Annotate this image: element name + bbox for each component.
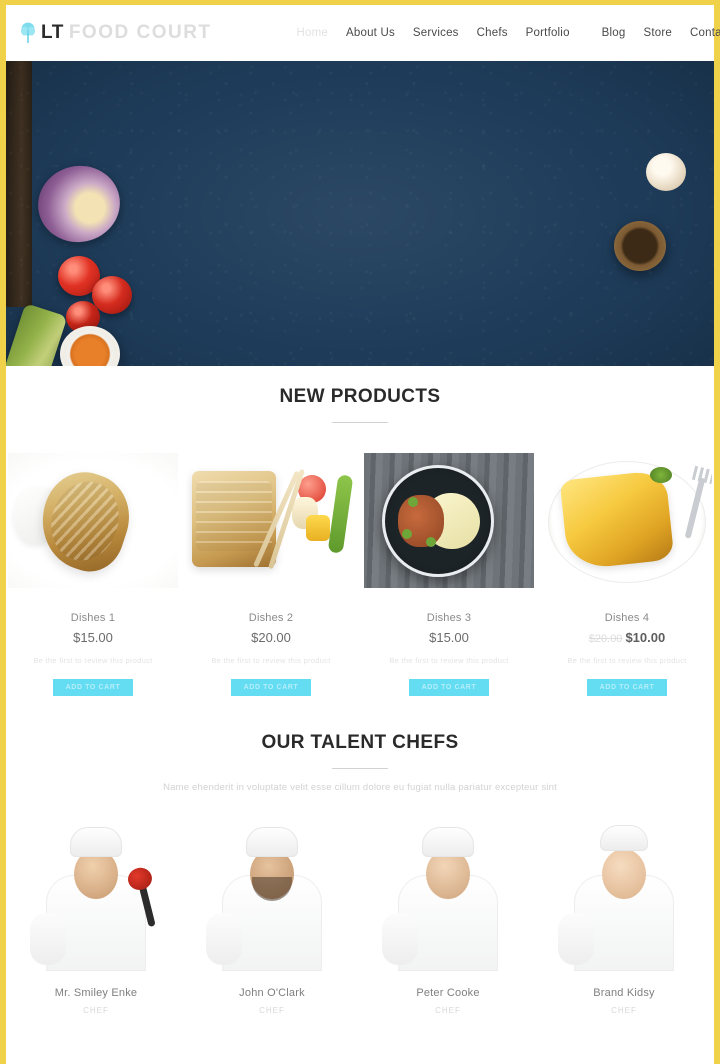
product-old-price: $20.00 [588, 633, 623, 645]
product-image-dishes-2[interactable] [186, 453, 356, 588]
new-products-section: NEW PRODUCTS Dishes 1 $15.00 Be the firs… [6, 366, 714, 697]
chef-arm-decor [30, 912, 66, 965]
garlic-decor [646, 153, 686, 191]
chef-name: John O'Clark [239, 986, 305, 999]
product-rating: Be the first to review this product [211, 656, 331, 665]
chef-photo [540, 820, 708, 971]
add-to-cart-button[interactable]: ADD TO CART [231, 679, 311, 697]
product-price: $20.00 [251, 630, 291, 645]
chef-hat-icon [422, 826, 474, 857]
new-products-title: NEW PRODUCTS [279, 386, 441, 407]
hero-banner: ALWAYS FRESH & HIGHT QUALITY PRODUCTS RE… [6, 61, 714, 366]
main-nav: Home About Us Services Chefs Portfolio B… [288, 21, 720, 45]
logo-text-strong: LT [41, 22, 64, 43]
nav-item-about-us[interactable]: About Us [337, 21, 404, 45]
chef-card[interactable]: Mr. Smiley Enke CHEF [12, 820, 180, 1015]
product-price: $15.00 [429, 630, 469, 645]
logo-text-light: FOOD COURT [68, 22, 212, 43]
product-card[interactable]: Dishes 4 $20.00 $10.00 Be the first to re… [542, 453, 712, 697]
herb-decor [650, 467, 672, 483]
tomato-decor [92, 276, 132, 314]
chef-role: CHEF [435, 1005, 461, 1015]
product-name: Dishes 2 [248, 612, 294, 624]
product-price: $15.00 [73, 630, 113, 645]
add-to-cart-button[interactable]: ADD TO CART [53, 679, 133, 697]
product-price: $20.00 $10.00 [542, 630, 712, 645]
chef-name: Peter Cooke [416, 986, 480, 999]
herb-decor [408, 497, 418, 507]
omelette-decor [559, 469, 675, 571]
product-sale-price: $10.00 [625, 630, 666, 645]
chef-photo [12, 820, 180, 971]
green-bean-decor [327, 474, 354, 554]
meat-decor [398, 495, 444, 547]
product-name: Dishes 1 [70, 612, 116, 624]
corn-decor [306, 515, 330, 541]
chefs-title: OUR TALENT CHEFS [261, 732, 459, 754]
nav-item-store[interactable]: Store [635, 21, 682, 45]
nav-item-services[interactable]: Services [404, 21, 468, 45]
product-rating: Be the first to review this product [567, 656, 687, 665]
product-image-dishes-1[interactable] [8, 453, 178, 588]
chef-arm-decor [382, 912, 418, 965]
chef-role: CHEF [611, 1005, 637, 1015]
product-rating: Be the first to review this product [389, 656, 509, 665]
add-to-cart-button[interactable]: ADD TO CART [587, 679, 667, 697]
herb-decor [426, 537, 436, 547]
nav-item-blog[interactable]: Blog [593, 21, 635, 45]
product-card[interactable]: Dishes 2 $20.00 Be the first to review t… [186, 453, 356, 697]
chef-card[interactable]: Brand Kidsy CHEF [540, 820, 708, 1015]
sauce-bowl-decor [614, 221, 666, 271]
product-card[interactable]: Dishes 1 $15.00 Be the first to review t… [8, 453, 178, 697]
chefs-subtitle: Name ehenderit in voluptate velit esse c… [163, 782, 557, 794]
chef-card[interactable]: John O'Clark CHEF [188, 820, 356, 1015]
chef-arm-decor [558, 912, 594, 965]
nav-item-contact[interactable]: Contact [681, 21, 720, 45]
chef-arm-decor [206, 912, 242, 965]
product-grid: Dishes 1 $15.00 Be the first to review t… [6, 423, 714, 697]
fried-roll-decor [29, 462, 141, 580]
chef-name: Mr. Smiley Enke [54, 986, 138, 999]
site-header: LT FOOD COURT Home About Us Services Che… [6, 5, 720, 61]
product-card[interactable]: Dishes 3 $15.00 Be the first to review t… [364, 453, 534, 697]
nav-item-portfolio[interactable]: Portfolio [517, 21, 579, 45]
nav-item-chefs[interactable]: Chefs [468, 21, 517, 45]
chef-grid: Mr. Smiley Enke CHEF John O'Clark CHEF P… [6, 795, 714, 1015]
site-logo[interactable]: LT FOOD COURT [20, 22, 212, 44]
chef-role: CHEF [83, 1005, 109, 1015]
tree-leaf-icon [20, 22, 36, 44]
chef-hat-icon [246, 826, 298, 857]
product-name: Dishes 3 [426, 612, 472, 624]
chef-photo [188, 820, 356, 971]
nav-item-home[interactable]: Home [288, 21, 337, 45]
product-rating: Be the first to review this product [33, 656, 153, 665]
section-divider [332, 768, 388, 770]
add-to-cart-button[interactable]: ADD TO CART [409, 679, 489, 697]
herb-decor [402, 529, 412, 539]
product-image-dishes-3[interactable] [364, 453, 534, 588]
chef-name: Brand Kidsy [593, 986, 655, 999]
chef-face-decor [602, 848, 646, 899]
chef-photo [364, 820, 532, 971]
chef-role: CHEF [259, 1005, 285, 1015]
chef-hat-icon [70, 826, 122, 857]
product-name: Dishes 4 [604, 612, 650, 624]
chef-hat-icon [600, 824, 648, 851]
chef-card[interactable]: Peter Cooke CHEF [364, 820, 532, 1015]
chefs-section: OUR TALENT CHEFS Name ehenderit in volup… [6, 696, 714, 1015]
product-image-dishes-4[interactable] [542, 453, 712, 588]
